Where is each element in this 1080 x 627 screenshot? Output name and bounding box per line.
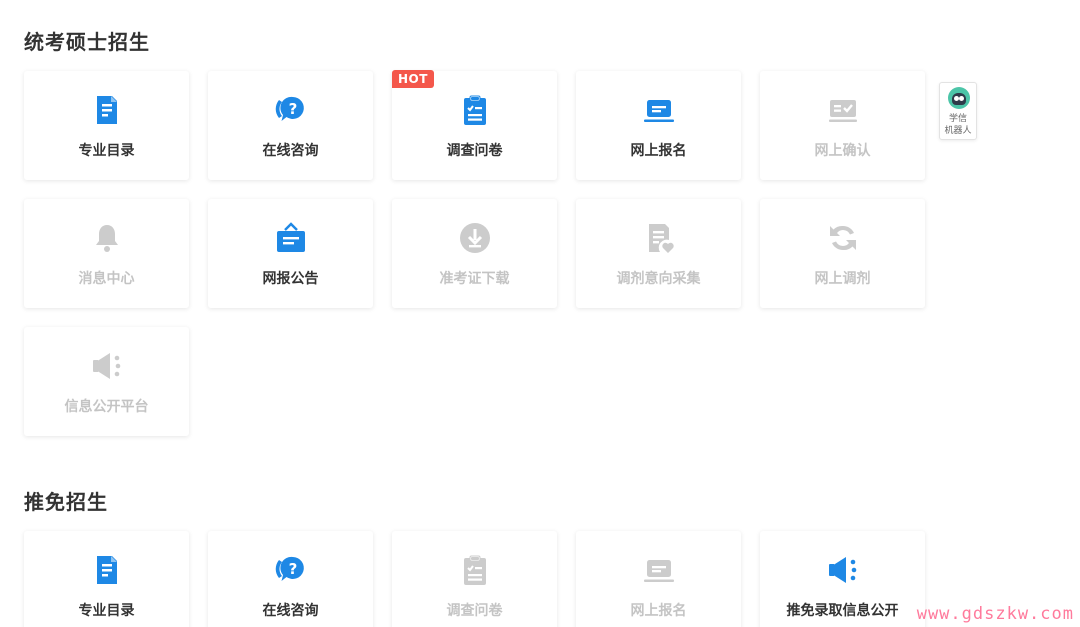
service-card[interactable]: 专业目录 xyxy=(24,71,189,180)
service-card-label: 网上报名 xyxy=(630,143,687,159)
robot-label-line1: 学信 xyxy=(948,114,967,124)
refresh-icon xyxy=(826,221,860,255)
service-card-label: 专业目录 xyxy=(78,603,135,619)
service-card[interactable]: 调查问卷 xyxy=(392,531,557,627)
service-card-label: 专业目录 xyxy=(78,143,135,159)
bell-icon xyxy=(90,221,124,255)
service-card[interactable]: 准考证下载 xyxy=(392,199,557,308)
service-card-label: 在线咨询 xyxy=(262,603,319,619)
service-card[interactable]: 网上报名 xyxy=(576,531,741,627)
document-icon xyxy=(90,553,124,587)
service-card[interactable]: 信息公开平台 xyxy=(24,327,189,436)
service-card[interactable]: 推免录取信息公开 xyxy=(760,531,925,627)
service-card-label: 网上调剂 xyxy=(814,271,871,287)
form-heart-icon xyxy=(642,221,676,255)
service-card-label: 调查问卷 xyxy=(446,603,503,619)
service-card-label: 网报公告 xyxy=(262,271,319,287)
document-icon xyxy=(90,93,124,127)
section-title-recommend: 推免招生 xyxy=(24,490,108,514)
service-card[interactable]: ? 在线咨询 xyxy=(208,531,373,627)
service-card-label: 网上报名 xyxy=(630,603,687,619)
service-card-label: 调查问卷 xyxy=(446,143,503,159)
question-chat-icon: ? xyxy=(274,553,308,587)
robot-label-line2: 机器人 xyxy=(944,126,972,136)
service-card-label: 准考证下载 xyxy=(439,271,510,287)
laptop-icon xyxy=(642,553,676,587)
service-card[interactable]: 网上确认 xyxy=(760,71,925,180)
service-card-label: 推免录取信息公开 xyxy=(786,603,899,619)
svg-text:?: ? xyxy=(288,100,297,118)
robot-assistant-button[interactable]: 学信 机器人 xyxy=(939,82,977,140)
service-card-label: 在线咨询 xyxy=(262,143,319,159)
clipboard-check-icon xyxy=(458,93,492,127)
download-circle-icon xyxy=(458,221,492,255)
laptop-icon xyxy=(642,93,676,127)
service-card-label: 调剂意向采集 xyxy=(616,271,701,287)
service-card[interactable]: 网上报名 xyxy=(576,71,741,180)
svg-text:?: ? xyxy=(288,560,297,578)
robot-avatar-icon xyxy=(948,87,970,109)
watermark: www.gdszkw.com xyxy=(916,604,1074,624)
service-card[interactable]: ? 在线咨询 xyxy=(208,71,373,180)
service-card-label: 信息公开平台 xyxy=(64,399,149,415)
page: 统考硕士招生 专业目录? 在线咨询 调查问卷 HOT 网上报名 网上确认 消息中心 网报公告准… xyxy=(0,0,1080,627)
service-card-label: 消息中心 xyxy=(78,271,135,287)
service-card[interactable]: 网报公告 xyxy=(208,199,373,308)
megaphone-icon xyxy=(90,349,124,383)
service-card[interactable]: 网上调剂 xyxy=(760,199,925,308)
service-card[interactable]: 调剂意向采集 xyxy=(576,199,741,308)
question-chat-icon: ? xyxy=(274,93,308,127)
megaphone-icon xyxy=(826,553,860,587)
service-card-label: 网上确认 xyxy=(814,143,871,159)
announcement-box-icon xyxy=(274,221,308,255)
id-card-check-icon xyxy=(826,93,860,127)
hot-badge: HOT xyxy=(392,70,434,88)
robot-label: 学信 机器人 xyxy=(940,113,976,137)
clipboard-check-icon xyxy=(458,553,492,587)
service-card[interactable]: 调查问卷 HOT xyxy=(392,70,557,180)
section-title-exam: 统考硕士招生 xyxy=(24,30,150,54)
service-card[interactable]: 专业目录 xyxy=(24,531,189,627)
service-card[interactable]: 消息中心 xyxy=(24,199,189,308)
